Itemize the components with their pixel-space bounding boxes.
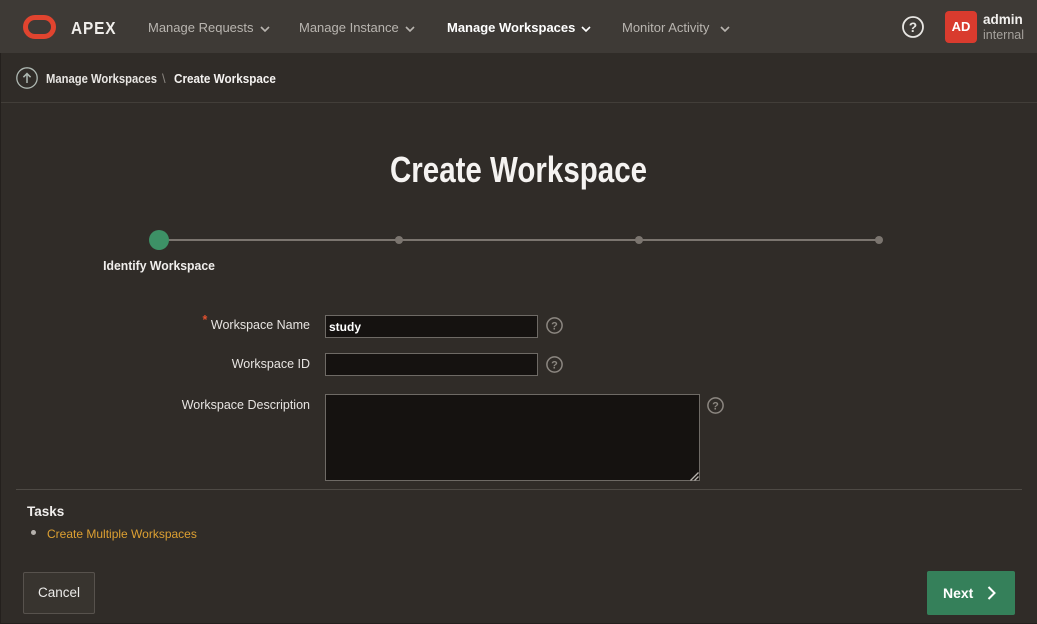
svg-text:?: ? <box>551 359 558 371</box>
svg-text:?: ? <box>712 400 719 412</box>
svg-text:?: ? <box>551 320 558 332</box>
svg-text:?: ? <box>909 20 917 35</box>
